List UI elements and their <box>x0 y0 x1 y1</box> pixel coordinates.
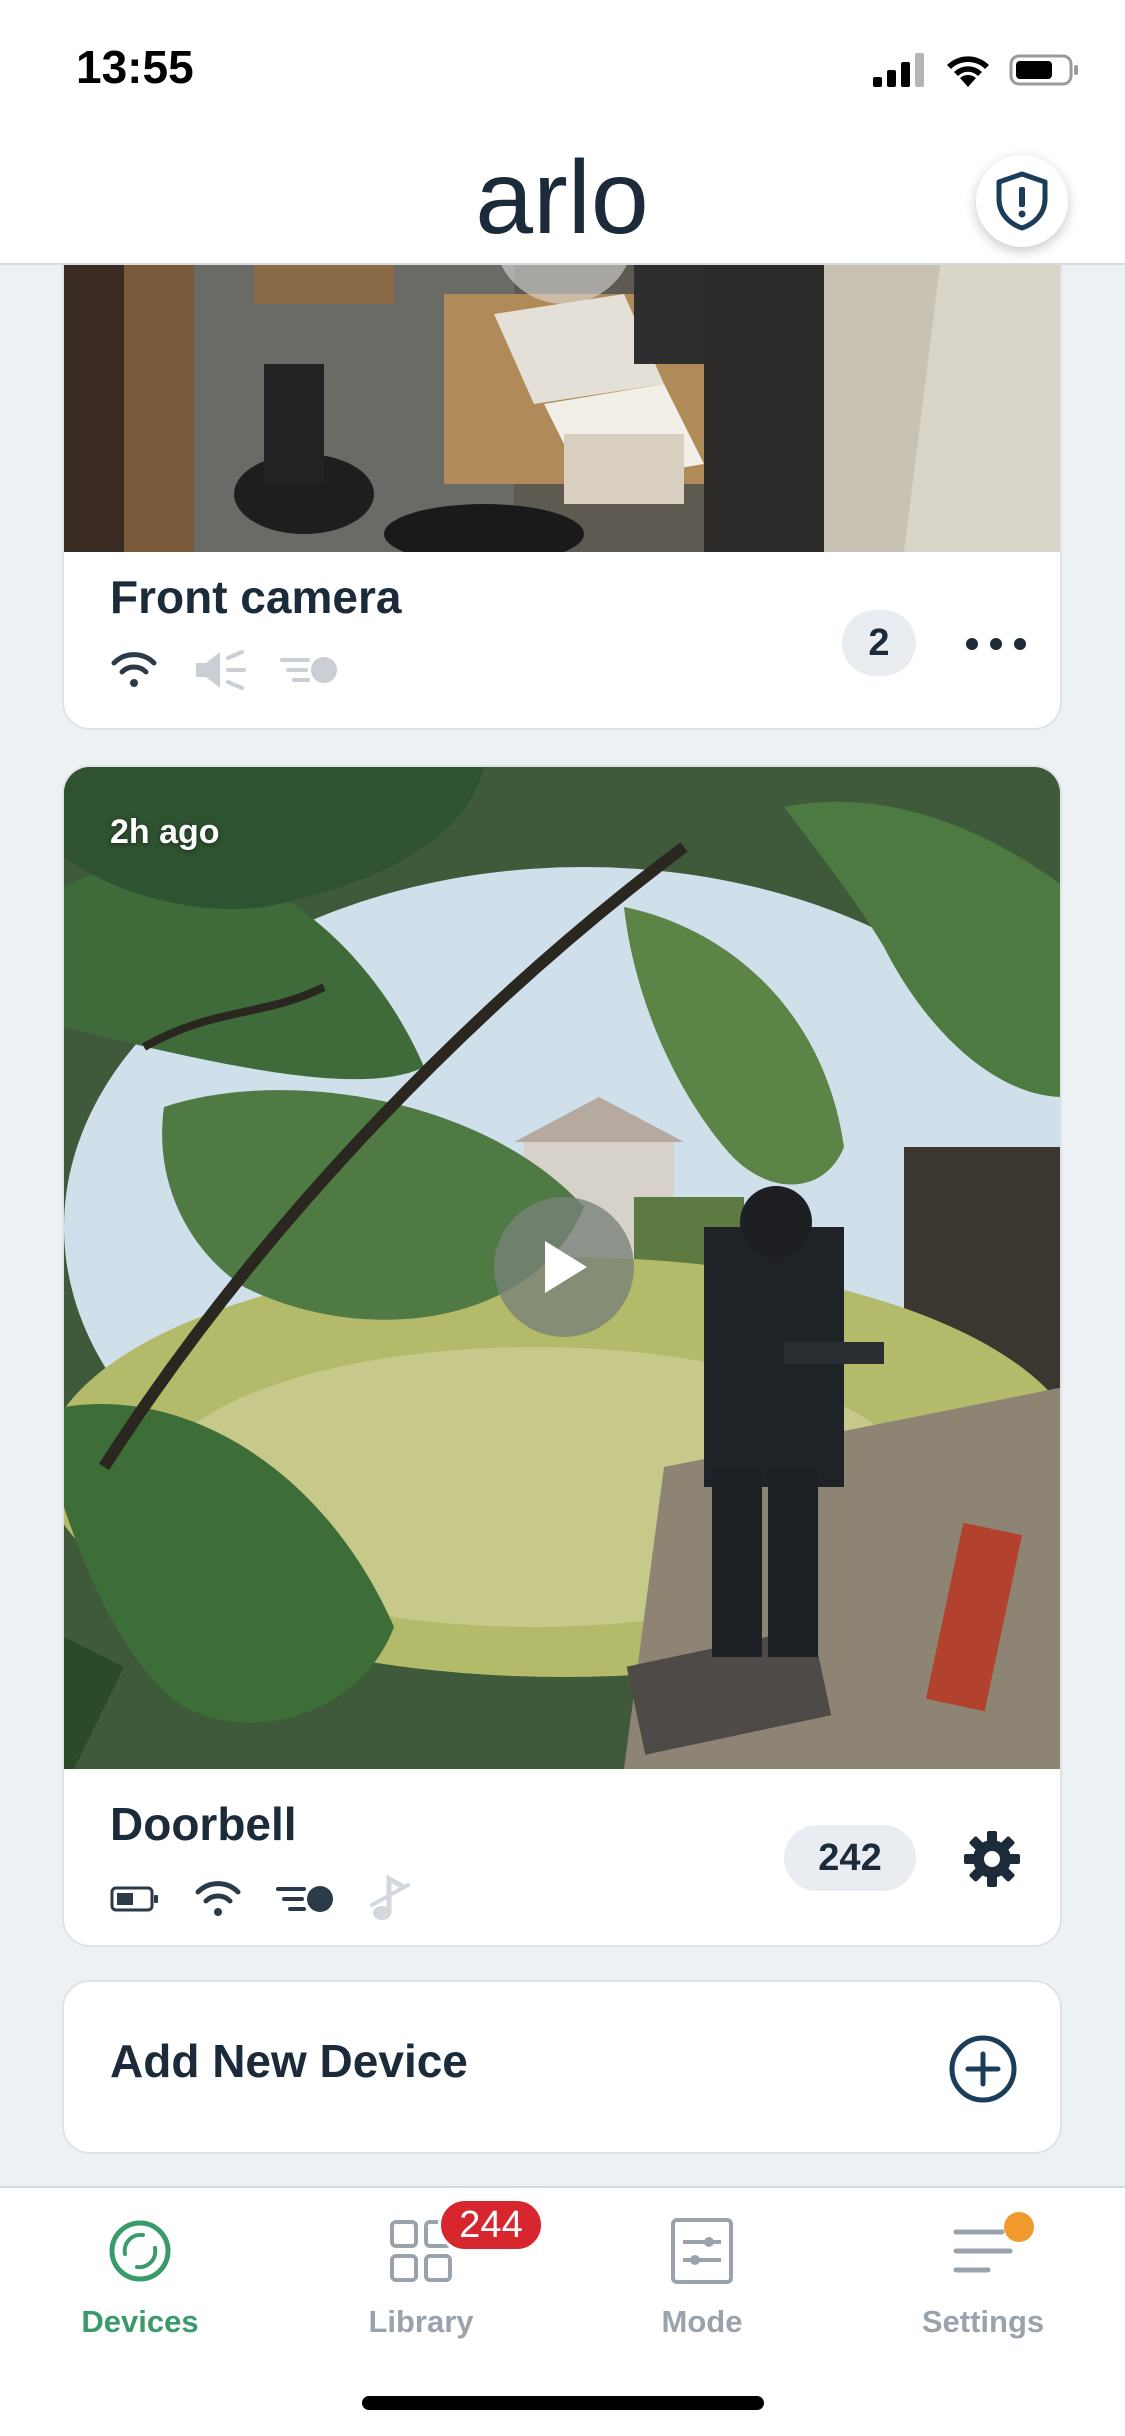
add-plus-icon[interactable] <box>948 2034 1018 2104</box>
svg-text:arlo: arlo <box>475 141 648 251</box>
motion-icon <box>276 1886 333 1912</box>
add-new-device-card[interactable]: Add New Device <box>62 1980 1062 2154</box>
clip-count-badge[interactable]: 242 <box>784 1825 916 1891</box>
gear-icon[interactable] <box>962 1829 1022 1889</box>
battery-icon <box>110 1886 158 1912</box>
dot <box>966 638 978 650</box>
more-options-button[interactable] <box>966 638 1026 650</box>
status-time: 13:55 <box>76 41 194 93</box>
camera-thumbnail[interactable]: 2h ago <box>64 767 1060 1769</box>
dot <box>1014 638 1026 650</box>
wifi-icon <box>195 1881 241 1916</box>
device-status-icons <box>110 650 338 690</box>
device-name: Front camera <box>110 571 402 623</box>
status-icons <box>873 46 1081 94</box>
tab-settings[interactable]: Settings <box>883 2216 1083 2356</box>
device-name: Doorbell <box>110 1798 297 1850</box>
clip-count-badge[interactable]: 2 <box>842 610 916 676</box>
tab-devices[interactable]: Devices <box>40 2216 240 2356</box>
arlo-logo: arlo <box>475 141 648 251</box>
tab-label: Settings <box>921 2304 1045 2339</box>
speaker-muted-icon <box>196 650 246 690</box>
mode-icon <box>671 2218 733 2284</box>
shield-alert-icon <box>996 171 1048 231</box>
battery-status-icon <box>1009 54 1078 86</box>
devices-icon <box>109 2220 171 2282</box>
play-button[interactable] <box>494 1197 634 1337</box>
tab-label: Mode <box>661 2304 743 2339</box>
camera-thumbnail[interactable] <box>64 234 1060 552</box>
motion-icon <box>280 657 337 683</box>
security-shield-button[interactable] <box>976 155 1068 247</box>
wifi-status-icon <box>947 56 989 87</box>
tab-label: Library <box>368 2304 474 2339</box>
wifi-icon <box>111 652 157 687</box>
status-bar: 13:55 <box>0 0 1125 135</box>
settings-notification-dot <box>1004 2212 1034 2242</box>
dot <box>990 638 1002 650</box>
tab-mode[interactable]: Mode <box>602 2216 802 2356</box>
device-status-icons <box>110 1875 412 1923</box>
add-new-device-label: Add New Device <box>110 2035 468 2087</box>
cellular-signal-icon <box>873 53 924 87</box>
home-indicator[interactable] <box>362 2396 764 2410</box>
device-card-front-camera[interactable]: Front camera 2 <box>62 232 1062 730</box>
play-icon <box>545 1241 587 1293</box>
device-card-doorbell[interactable]: 2h ago Doorbell 242 <box>62 765 1062 1947</box>
app-header: arlo <box>0 135 1125 265</box>
music-off-icon <box>370 1875 410 1920</box>
library-count-badge: 244 <box>438 2198 544 2252</box>
last-activity-time: 2h ago <box>110 813 220 851</box>
tab-label: Devices <box>81 2304 199 2339</box>
